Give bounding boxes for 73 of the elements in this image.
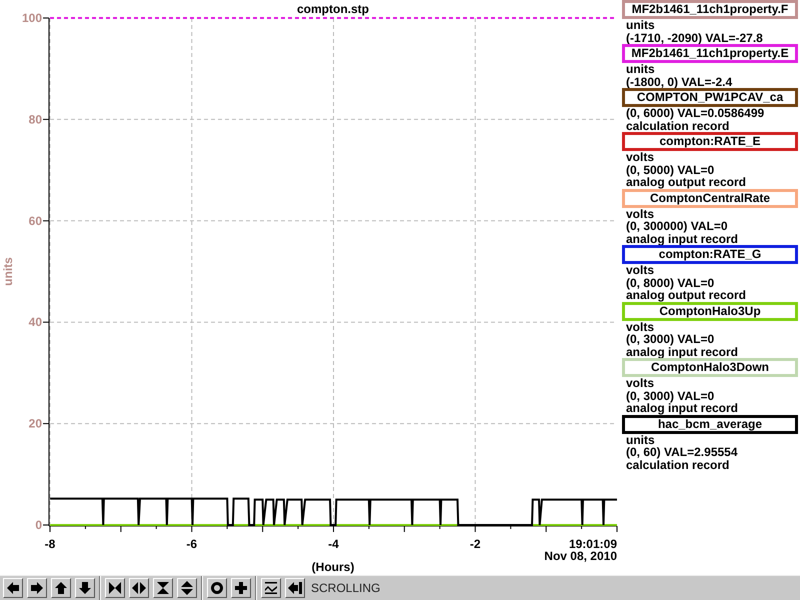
trace-name[interactable]: MF2b1461_11ch1property.F — [622, 0, 798, 19]
y-tick-label: 20 — [28, 416, 42, 431]
trace-info: volts — [625, 264, 656, 276]
right-arrow-icon — [29, 580, 45, 596]
trace-info: analog output record — [625, 289, 747, 302]
trace-name[interactable]: compton:RATE_G — [622, 245, 798, 264]
zoom-out-horizontal-icon — [131, 580, 147, 596]
y-tick-label: 0 — [35, 518, 42, 532]
trace-info: volts — [625, 377, 656, 390]
zoom-in-vertical-icon — [155, 580, 171, 596]
x-tick-label: -6 — [186, 537, 198, 551]
trace-info: units — [625, 63, 656, 76]
trace-info: analog output record — [625, 176, 747, 188]
trace-info: calculation record — [625, 120, 730, 132]
trace-info: calculation record — [625, 458, 730, 471]
plus-icon — [233, 580, 249, 596]
trace-info: (0, 8000) VAL=0 — [625, 276, 716, 289]
trace-info: volts — [625, 208, 656, 220]
trace-info: (-1710, -2090) VAL=-27.8 — [625, 32, 764, 44]
trace-info: (0, 60) VAL=2.95554 — [625, 446, 739, 458]
trace-name[interactable]: MF2b1461_11ch1property.E — [622, 44, 798, 63]
trace-name[interactable]: compton:RATE_E — [622, 132, 798, 151]
up-arrow-button[interactable] — [51, 578, 71, 598]
trace-name[interactable]: ComptonCentralRate — [622, 188, 798, 208]
trace-name[interactable]: hac_bcm_average — [622, 414, 798, 434]
end-date-label: Nov 08, 2010 — [544, 549, 617, 563]
trace-name[interactable]: ComptonHalo3Down — [622, 358, 798, 377]
graph-icon — [263, 580, 279, 596]
x-axis-label: (Hours) — [312, 560, 354, 574]
down-arrow-button[interactable] — [75, 578, 95, 598]
y-tick-label: 100 — [22, 11, 42, 25]
arrow-to-bar-button[interactable] — [285, 578, 305, 598]
y-tick-label: 40 — [28, 315, 42, 330]
down-arrow-icon — [77, 580, 93, 596]
right-arrow-button[interactable] — [27, 578, 47, 598]
arrow-to-bar-icon — [287, 580, 303, 596]
trace-info: volts — [625, 320, 656, 333]
chart-title: compton.stp — [297, 2, 369, 16]
trace-info: (0, 6000) VAL=0.0586499 — [625, 107, 766, 120]
x-tick-label: -4 — [328, 537, 339, 551]
zoom-out-vertical-icon — [179, 580, 195, 596]
trace-info: analog input record — [625, 232, 740, 245]
graph-button[interactable] — [261, 578, 281, 598]
trace-info: (0, 3000) VAL=0 — [625, 333, 716, 346]
x-tick-label: -8 — [44, 537, 56, 551]
y-axis-label: units — [1, 257, 15, 286]
y-tick-label: 60 — [28, 214, 42, 228]
trace-info: (0, 300000) VAL=0 — [625, 220, 729, 232]
end-time-label: 19:01:09 — [568, 537, 617, 551]
zoom-out-horizontal-button[interactable] — [129, 578, 149, 598]
trace-info: units — [625, 19, 656, 32]
zoom-out-vertical-button[interactable] — [177, 578, 197, 598]
ring-icon — [209, 580, 225, 596]
trace-info: (0, 3000) VAL=0 — [625, 390, 716, 402]
trace-info: (-1800, 0) VAL=-2.4 — [625, 76, 734, 88]
left-arrow-icon — [5, 580, 21, 596]
zoom-in-vertical-button[interactable] — [153, 578, 173, 598]
left-arrow-button[interactable] — [3, 578, 23, 598]
trace-info: analog input record — [625, 402, 740, 414]
trace-name[interactable]: COMPTON_PW1PCAV_ca — [622, 88, 798, 107]
ring-button[interactable] — [207, 578, 227, 598]
trace-name[interactable]: ComptonHalo3Up — [622, 302, 798, 320]
trace-info: analog input record — [625, 346, 740, 358]
zoom-in-horizontal-icon — [107, 580, 123, 596]
trace-info: (0, 5000) VAL=0 — [625, 164, 716, 176]
plus-button[interactable] — [231, 578, 251, 598]
y-tick-label: 80 — [28, 112, 42, 126]
zoom-in-horizontal-button[interactable] — [105, 578, 125, 598]
x-tick-label: -2 — [470, 537, 481, 551]
trace-info: volts — [625, 151, 656, 164]
up-arrow-icon — [53, 580, 69, 596]
status-text: SCROLLING — [311, 581, 380, 595]
trace-info: units — [625, 434, 656, 446]
